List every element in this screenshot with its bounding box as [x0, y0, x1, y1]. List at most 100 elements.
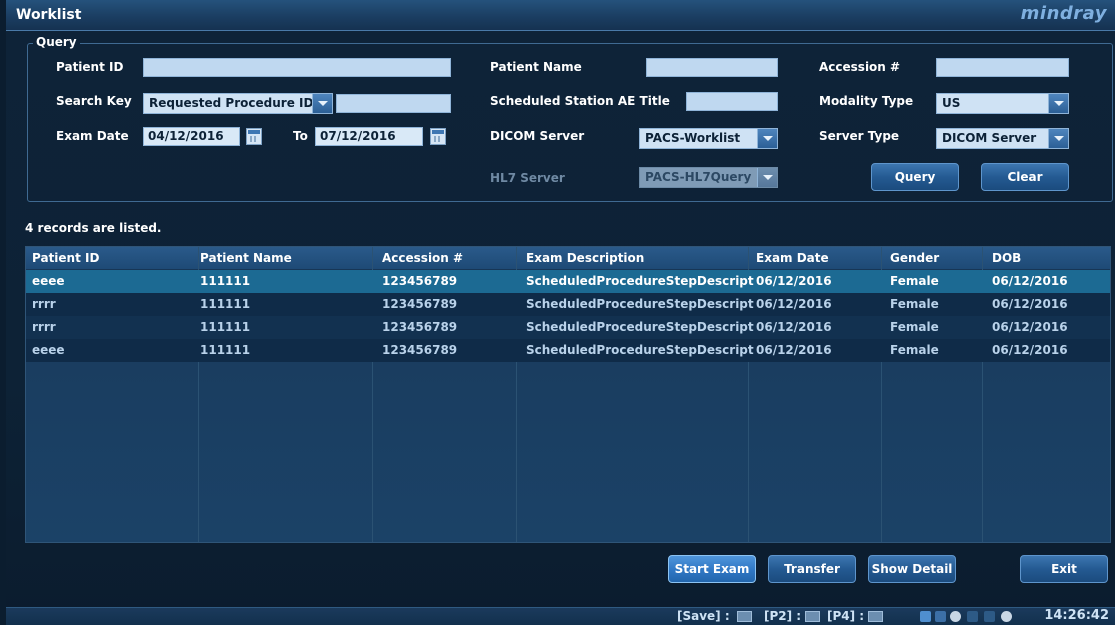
table-cell: ScheduledProcedureStepDescript...: [526, 343, 754, 357]
dicom-server-label: DICOM Server: [490, 129, 585, 143]
table-row[interactable]: rrrr 111111 123456789 ScheduledProcedureSte…: [26, 316, 1110, 339]
show-detail-button[interactable]: Show Detail: [868, 555, 956, 583]
table-cell: 123456789: [382, 274, 458, 288]
table-cell: ScheduledProcedureStepDescript...: [526, 297, 754, 311]
table-cell: Female: [890, 320, 939, 334]
hl7-server-select: PACS-HL7Query: [639, 167, 778, 188]
status-bar: [Save] : [P2] : [P4] : 14:26:42: [6, 607, 1115, 625]
window-title: Worklist: [16, 7, 82, 23]
column-header[interactable]: Exam Description: [526, 247, 754, 269]
exit-button[interactable]: Exit: [1020, 555, 1108, 583]
chevron-down-icon[interactable]: [1048, 94, 1068, 113]
column-header[interactable]: Exam Date: [756, 247, 886, 269]
search-key-select[interactable]: Requested Procedure ID: [143, 93, 333, 114]
table-cell: eeee: [32, 343, 65, 357]
title-bar: Worklist mindray: [6, 0, 1115, 31]
chevron-down-icon[interactable]: [757, 129, 777, 148]
modality-type-value: US: [942, 96, 961, 110]
modality-type-select[interactable]: US: [936, 93, 1069, 114]
query-legend: Query: [33, 35, 80, 49]
table-cell: 06/12/2016: [756, 343, 832, 357]
column-header[interactable]: Accession #: [382, 247, 522, 269]
patient-name-label: Patient Name: [490, 60, 582, 74]
dicom-server-select[interactable]: PACS-Worklist: [639, 128, 778, 149]
hl7-server-label: HL7 Server: [490, 171, 565, 185]
accession-label: Accession #: [819, 60, 901, 74]
clock: 14:26:42: [1044, 608, 1109, 623]
table-cell: ScheduledProcedureStepDescript...: [526, 274, 754, 288]
table-cell: 111111: [200, 274, 251, 288]
table-cell: ScheduledProcedureStepDescript...: [526, 320, 754, 334]
search-key-value: Requested Procedure ID: [149, 96, 314, 110]
table-cell: 06/12/2016: [756, 320, 832, 334]
column-header[interactable]: Patient ID: [32, 247, 192, 269]
table-cell: 06/12/2016: [992, 297, 1068, 311]
table-row[interactable]: eeee 111111 123456789 ScheduledProcedureSte…: [26, 339, 1110, 362]
save-shortcut: [Save] :: [677, 609, 730, 623]
table-row[interactable]: eeee 111111 123456789 ScheduledProcedureSte…: [26, 270, 1110, 293]
camera-icon[interactable]: [868, 611, 883, 622]
info-icon: [950, 611, 961, 622]
save-icon[interactable]: [737, 611, 752, 622]
calendar-icon[interactable]: [246, 128, 262, 145]
table-cell: 111111: [200, 343, 251, 357]
exam-date-from-input[interactable]: 04/12/2016: [143, 127, 240, 146]
network-icon: [920, 611, 931, 622]
calendar-icon[interactable]: [430, 128, 446, 145]
station-ae-input[interactable]: [686, 92, 778, 111]
table-cell: rrrr: [32, 297, 56, 311]
column-header[interactable]: DOB: [992, 247, 1107, 269]
chevron-down-icon[interactable]: [312, 94, 332, 113]
worklist-screen: Worklist mindray Query Patient ID Patien…: [6, 0, 1115, 625]
table-cell: 123456789: [382, 320, 458, 334]
p4-shortcut: [P4] :: [827, 609, 865, 623]
print-icon[interactable]: [805, 611, 820, 622]
station-ae-label: Scheduled Station AE Title: [490, 94, 670, 108]
table-row[interactable]: rrrr 111111 123456789 ScheduledProcedureSte…: [26, 293, 1110, 316]
chevron-down-icon: [757, 168, 777, 187]
brand-logo: mindray: [1020, 3, 1107, 24]
exam-date-to-input[interactable]: 07/12/2016: [315, 127, 423, 146]
power-icon: [1001, 611, 1012, 622]
table-cell: 06/12/2016: [756, 297, 832, 311]
accession-input[interactable]: [936, 58, 1069, 77]
server-type-select[interactable]: DICOM Server: [936, 128, 1069, 149]
search-key-label: Search Key: [56, 94, 132, 108]
transfer-button[interactable]: Transfer: [768, 555, 856, 583]
server-type-value: DICOM Server: [942, 131, 1037, 145]
clear-button[interactable]: Clear: [981, 163, 1069, 191]
hl7-server-value: PACS-HL7Query: [645, 170, 752, 184]
table-cell: eeee: [32, 274, 65, 288]
server-type-label: Server Type: [819, 129, 900, 143]
table-cell: 123456789: [382, 343, 458, 357]
table-header: Patient ID Patient Name Accession # Exam De…: [26, 247, 1110, 269]
table-cell: 111111: [200, 320, 251, 334]
table-cell: 06/12/2016: [992, 343, 1068, 357]
table-cell: 06/12/2016: [992, 320, 1068, 334]
table-cell: 06/12/2016: [992, 274, 1068, 288]
search-key-input[interactable]: [336, 94, 451, 113]
worklist-table: Patient ID Patient Name Accession # Exam De…: [25, 246, 1111, 543]
patient-id-label: Patient ID: [56, 60, 124, 74]
query-button[interactable]: Query: [871, 163, 959, 191]
table-cell: 123456789: [382, 297, 458, 311]
exam-date-label: Exam Date: [56, 129, 129, 143]
patient-name-input[interactable]: [646, 58, 778, 77]
column-header[interactable]: Gender: [890, 247, 990, 269]
table-cell: 06/12/2016: [756, 274, 832, 288]
table-cell: 111111: [200, 297, 251, 311]
modality-type-label: Modality Type: [819, 94, 914, 108]
chevron-down-icon[interactable]: [1048, 129, 1068, 148]
exam-date-to-label: To: [293, 129, 308, 143]
column-header[interactable]: Patient Name: [200, 247, 375, 269]
table-cell: Female: [890, 274, 939, 288]
table-cell: Female: [890, 343, 939, 357]
patient-id-input[interactable]: [143, 58, 451, 77]
records-count: 4 records are listed.: [25, 221, 162, 235]
p2-shortcut: [P2] :: [764, 609, 802, 623]
dicom-server-value: PACS-Worklist: [645, 131, 741, 145]
table-cell: Female: [890, 297, 939, 311]
start-exam-button[interactable]: Start Exam: [668, 555, 756, 583]
table-cell: rrrr: [32, 320, 56, 334]
storage-icon: [984, 611, 995, 622]
